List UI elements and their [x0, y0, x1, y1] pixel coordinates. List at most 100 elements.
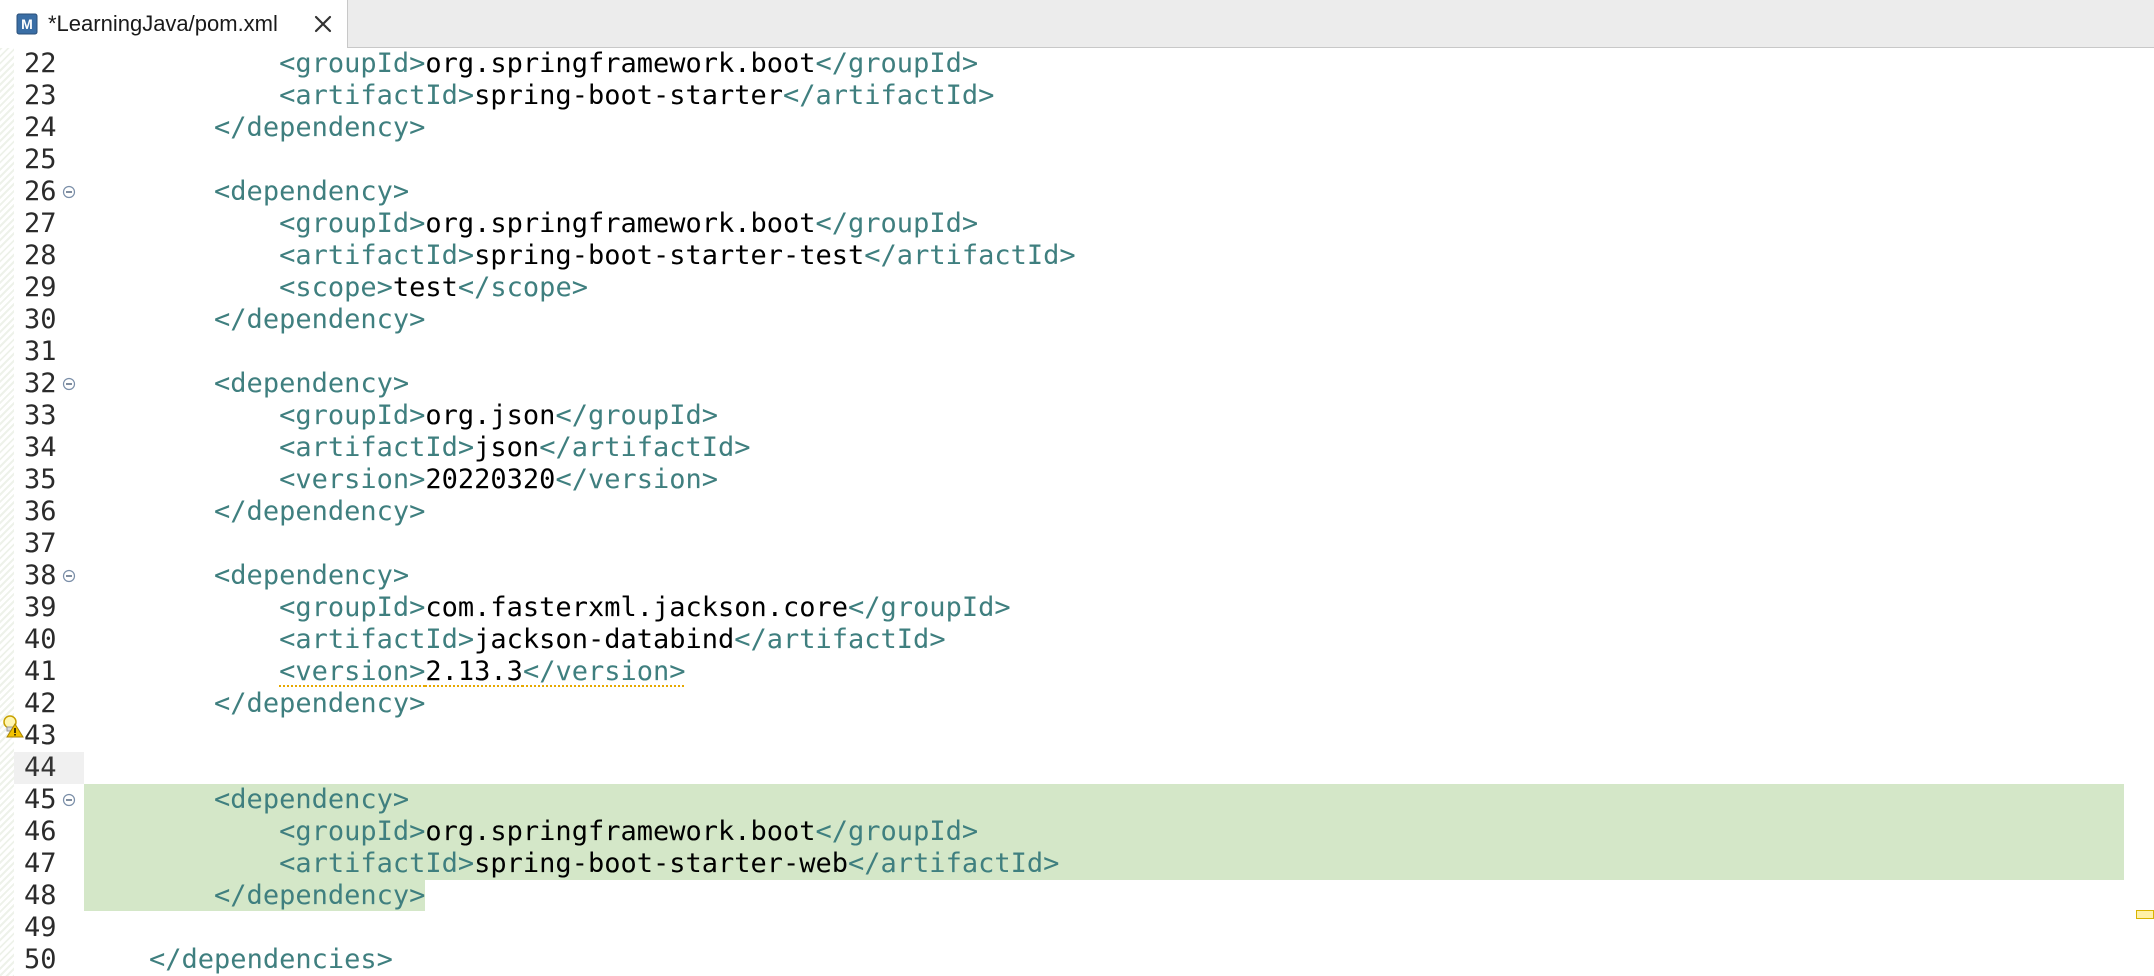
- tab-pom-xml[interactable]: M *LearningJava/pom.xml: [0, 0, 348, 48]
- xml-element: </dependency>: [214, 880, 425, 911]
- code-line[interactable]: <groupId>org.springframework.boot</group…: [84, 48, 2124, 80]
- code-line-content: <dependency>: [84, 784, 409, 815]
- code-line[interactable]: <artifactId>spring-boot-starter-test</ar…: [84, 240, 2124, 272]
- line-number-text: 33: [24, 400, 57, 431]
- code-line[interactable]: <version>20220320</version>: [84, 464, 2124, 496]
- line-number-text: 46: [24, 816, 57, 847]
- line-number: 40: [14, 624, 84, 656]
- xml-open-tag: <groupId>: [279, 208, 426, 239]
- code-line[interactable]: <groupId>org.springframework.boot</group…: [84, 208, 2124, 240]
- line-number: 34: [14, 432, 84, 464]
- overview-ruler[interactable]: [2132, 48, 2154, 976]
- code-line-content: <groupId>org.springframework.boot</group…: [84, 816, 978, 847]
- code-line[interactable]: <dependency>: [84, 176, 2124, 208]
- code-line[interactable]: <scope>test</scope>: [84, 272, 2124, 304]
- code-line-content: <groupId>org.json</groupId>: [84, 400, 718, 431]
- xml-text-value: json: [474, 432, 540, 463]
- code-line[interactable]: [84, 144, 2124, 176]
- code-line[interactable]: <dependency>: [84, 560, 2124, 592]
- xml-text-value: jackson-databind: [474, 624, 735, 655]
- line-number: 42: [14, 688, 84, 720]
- code-line[interactable]: <artifactId>spring-boot-starter</artifac…: [84, 80, 2124, 112]
- xml-text-value: spring-boot-starter: [474, 80, 784, 111]
- code-line[interactable]: <groupId>org.springframework.boot</group…: [84, 816, 2124, 848]
- code-line[interactable]: </dependencies>: [84, 944, 2124, 976]
- line-number-text: 35: [24, 464, 57, 495]
- code-line[interactable]: [84, 528, 2124, 560]
- xml-open-tag: <artifactId>: [279, 624, 475, 655]
- xml-text-value: org.springframework.boot: [425, 208, 816, 239]
- tab-title: *LearningJava/pom.xml: [48, 11, 278, 36]
- line-number-text: 22: [24, 48, 57, 79]
- code-line[interactable]: [84, 912, 2124, 944]
- fold-collapse-icon[interactable]: [62, 185, 76, 199]
- code-line[interactable]: </dependency>: [84, 496, 2124, 528]
- xml-open-tag: <artifactId>: [279, 848, 475, 879]
- xml-text-value: com.fasterxml.jackson.core: [425, 592, 849, 623]
- fold-collapse-icon[interactable]: [62, 377, 76, 391]
- code-line-content: <version>20220320</version>: [84, 464, 718, 495]
- code-line[interactable]: <dependency>: [84, 368, 2124, 400]
- maven-pom-file-icon: M: [16, 13, 38, 35]
- line-number: 38: [14, 560, 84, 592]
- line-number: 41: [14, 656, 84, 688]
- code-line[interactable]: <artifactId>json</artifactId>: [84, 432, 2124, 464]
- code-area[interactable]: <groupId>org.springframework.boot </group…: [84, 48, 2124, 976]
- code-line[interactable]: [84, 720, 2124, 752]
- line-number-text: 39: [24, 592, 57, 623]
- fold-collapse-icon[interactable]: [62, 793, 76, 807]
- warning-overview-marker[interactable]: [2136, 910, 2154, 919]
- line-number: 35: [14, 464, 84, 496]
- code-line[interactable]: <groupId>org.json</groupId>: [84, 400, 2124, 432]
- xml-open-tag: <artifactId>: [279, 240, 475, 271]
- xml-text-value: 20220320: [425, 464, 556, 495]
- xml-element: <version>2.13.3</version>: [279, 656, 685, 687]
- line-number: 25: [14, 144, 84, 176]
- code-line[interactable]: </dependency>: [84, 688, 2124, 720]
- code-line[interactable]: <groupId>com.fasterxml.jackson.core</gro…: [84, 592, 2124, 624]
- xml-open-tag: </dependency>: [214, 496, 426, 527]
- code-line[interactable]: <artifactId>jackson-databind</artifactId…: [84, 624, 2124, 656]
- code-line-content: <dependency>: [84, 560, 409, 591]
- xml-close-tag: </artifactId>: [539, 432, 751, 463]
- code-line-content: <version>2.13.3</version>: [84, 656, 685, 687]
- xml-open-tag: <version>: [279, 464, 426, 495]
- code-line[interactable]: </dependency>: [84, 112, 2124, 144]
- code-line[interactable]: </dependency>: [84, 880, 2124, 912]
- code-line[interactable]: [84, 752, 2124, 784]
- xml-close-tag: </artifactId>: [848, 848, 1060, 879]
- line-number-text: 28: [24, 240, 57, 271]
- line-number: 48: [14, 880, 84, 912]
- code-line[interactable]: <version>2.13.3</version>: [84, 656, 2124, 688]
- warning-lightbulb-icon[interactable]: [2, 714, 24, 738]
- close-icon[interactable]: [311, 12, 335, 36]
- line-number-text: 30: [24, 304, 57, 335]
- code-line[interactable]: </dependency>: [84, 304, 2124, 336]
- line-number-text: 47: [24, 848, 57, 879]
- line-number: 44: [14, 752, 84, 784]
- xml-element: <groupId>com.fasterxml.jackson.core</gro…: [279, 592, 1011, 623]
- code-line-content: </dependency>: [84, 304, 425, 335]
- line-number: 47: [14, 848, 84, 880]
- code-line[interactable]: <artifactId>spring-boot-starter-web</art…: [84, 848, 2124, 880]
- line-number: 30: [14, 304, 84, 336]
- line-number-gutter[interactable]: 22 23 24 25 26 27 28 29 30 31 32 33 34 35 36 37 38 39 40 41…: [14, 48, 84, 976]
- line-number: 31: [14, 336, 84, 368]
- xml-close-tag: </artifactId>: [734, 624, 946, 655]
- code-line[interactable]: <dependency>: [84, 784, 2124, 816]
- fold-collapse-icon[interactable]: [62, 569, 76, 583]
- xml-close-tag: </groupId>: [555, 400, 718, 431]
- code-line[interactable]: [84, 336, 2124, 368]
- xml-editor[interactable]: 22 23 24 25 26 27 28 29 30 31 32 33 34 35 36 37 38 39 40 41…: [0, 48, 2154, 976]
